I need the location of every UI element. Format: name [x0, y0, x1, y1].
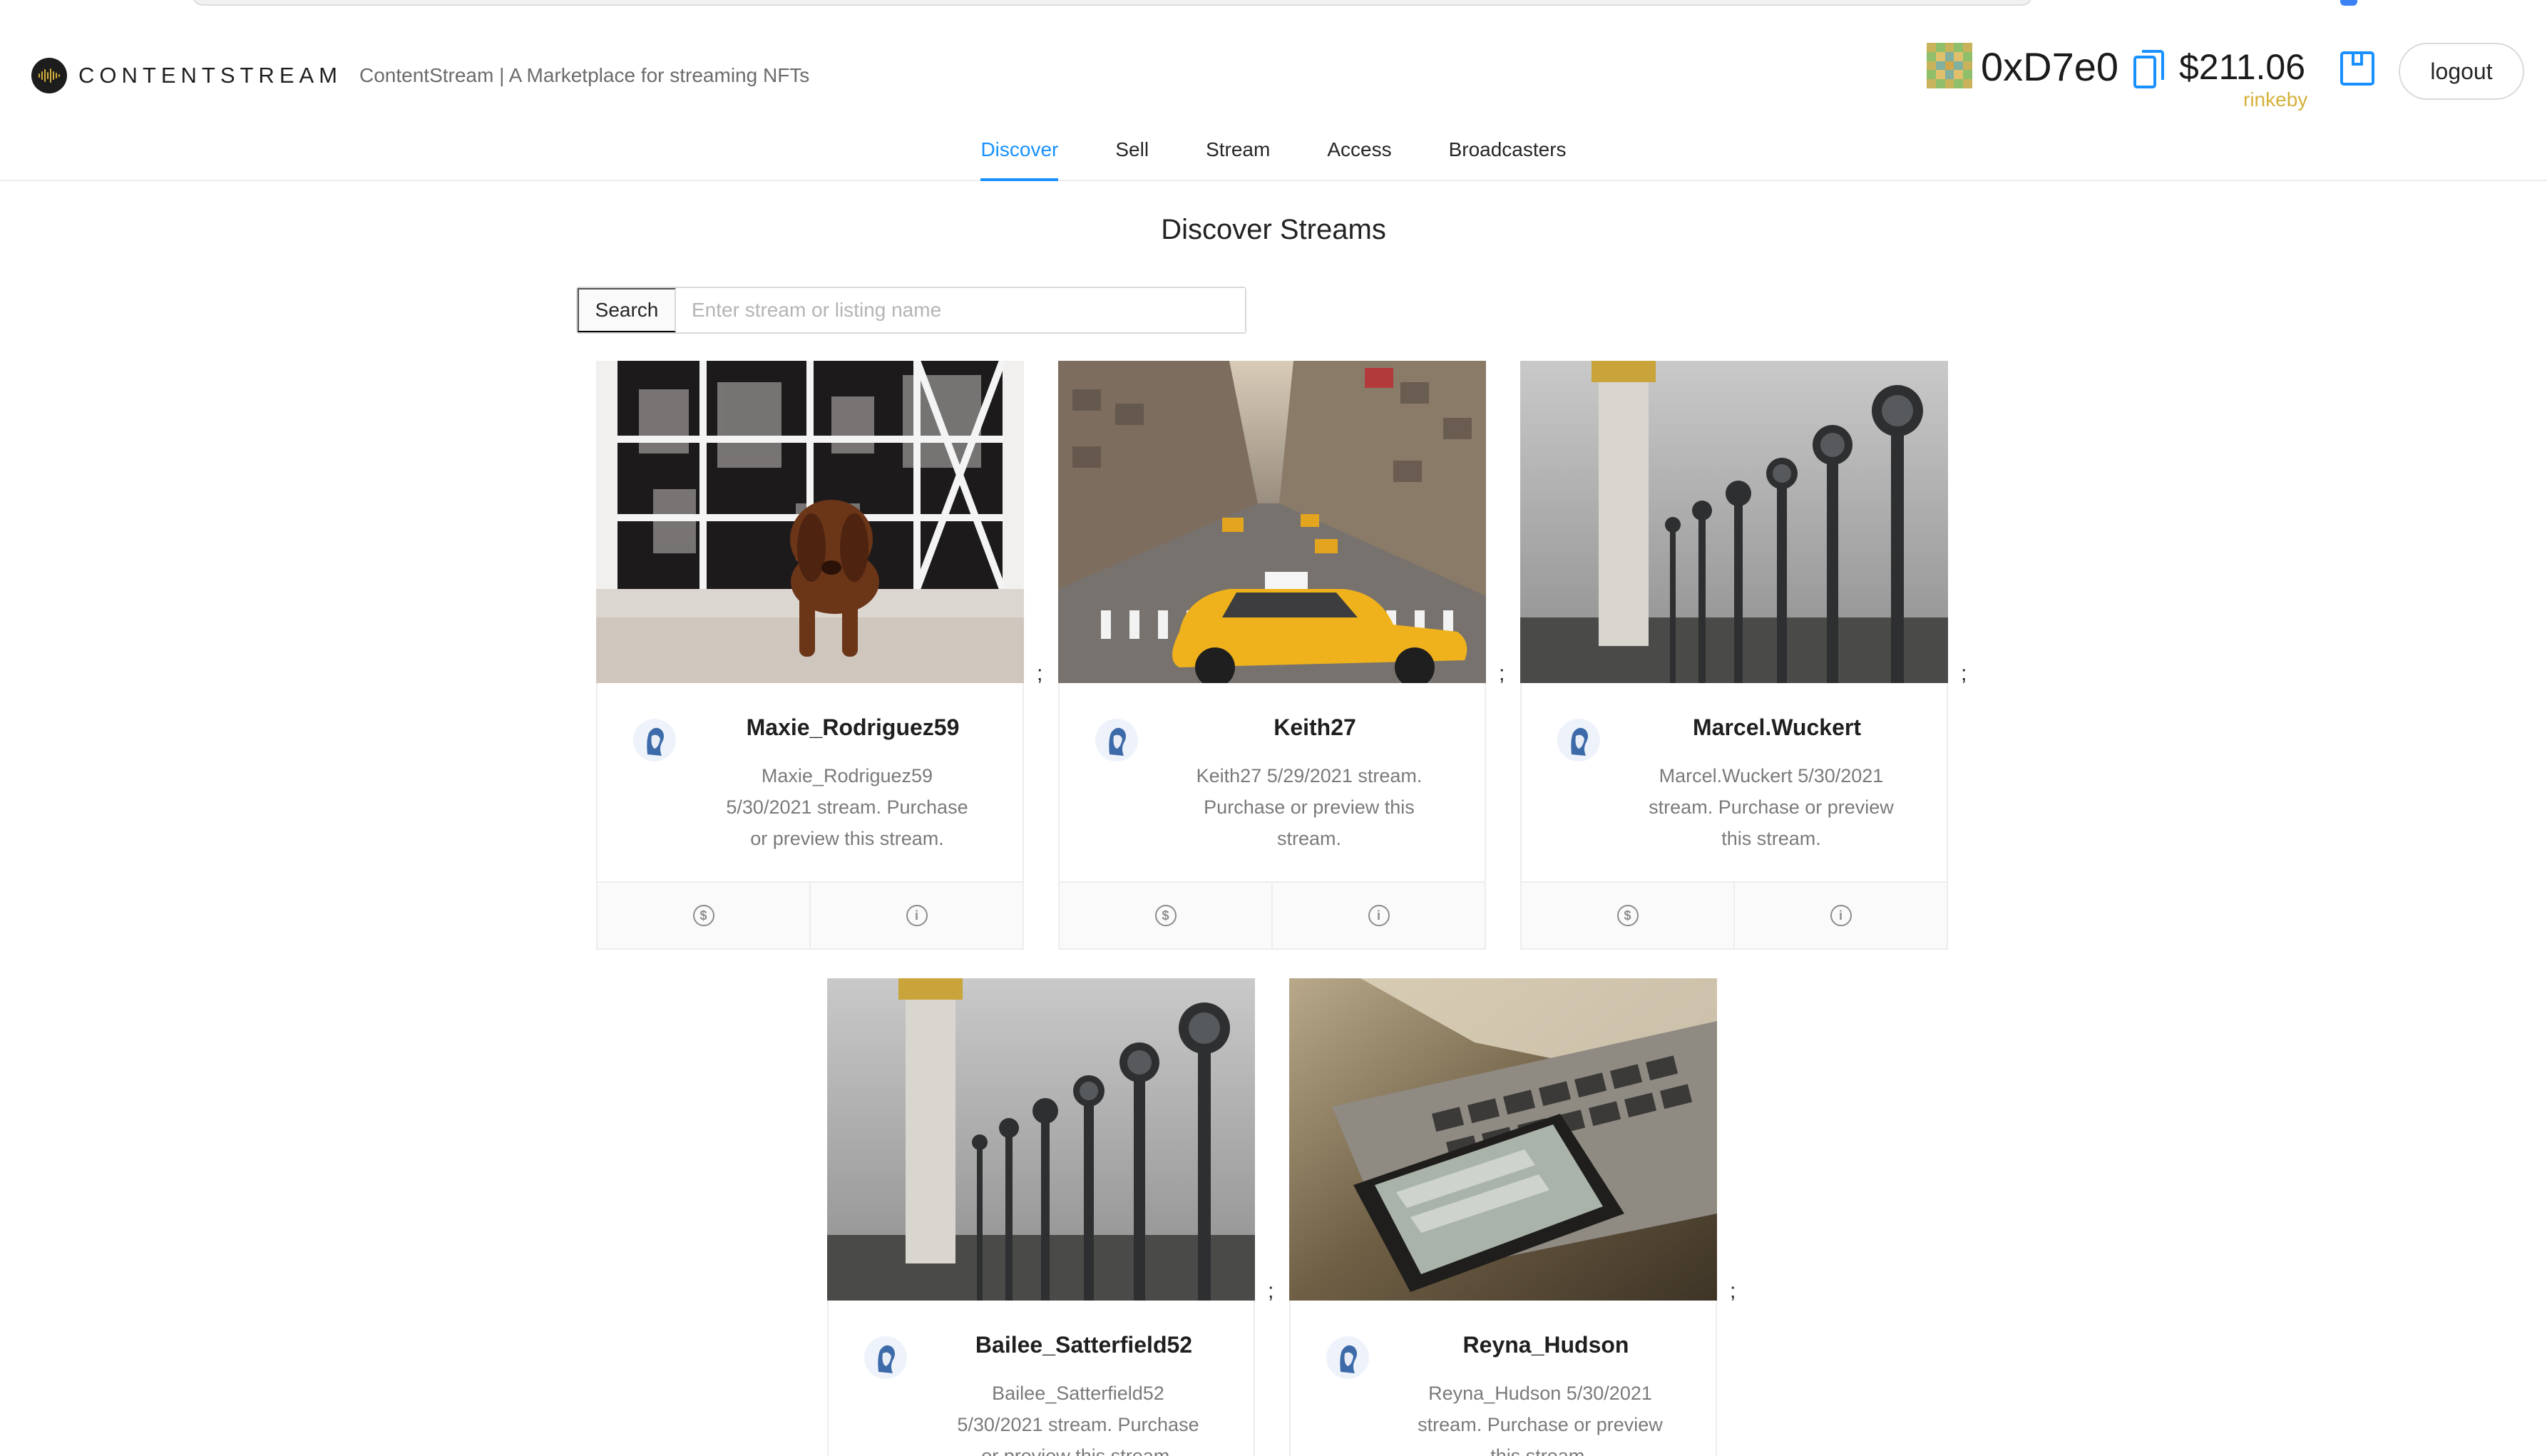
purchase-button[interactable]: $ [598, 883, 809, 948]
tab-broadcasters[interactable]: Broadcasters [1449, 133, 1567, 181]
card-actions: $ i [1060, 881, 1485, 948]
wallet-balance: $211.06 [2179, 47, 2306, 87]
stream-card[interactable]: Maxie_Rodriguez59 Maxie_Rodriguez59 5/30… [596, 361, 1024, 950]
network-label: rinkeby [2243, 88, 2308, 111]
card-description: Marcel.Wuckert 5/30/2021 stream. Purchas… [1649, 765, 1894, 849]
avatar [1326, 1336, 1369, 1379]
card-title: Keith27 [1274, 714, 1356, 740]
copy-icon[interactable] [2132, 48, 2165, 90]
separator: ; [1268, 1279, 1274, 1303]
search-button[interactable]: Search [578, 288, 676, 332]
card-title: Maxie_Rodriguez59 [746, 714, 960, 740]
info-icon: i [1830, 905, 1852, 926]
card-actions: $ i [598, 881, 1023, 948]
page-title: Discover Streams [1161, 214, 1386, 245]
address-bar-edge [193, 0, 2032, 6]
stream-card[interactable]: Bailee_Satterfield52 Bailee_Satterfield5… [827, 978, 1255, 1456]
bridge-lamps-photo [1520, 361, 1948, 683]
main-nav: Discover Sell Stream Access Broadcasters [0, 133, 2547, 181]
soundwave-logo-icon [31, 58, 67, 93]
brand-tagline: ContentStream | A Marketplace for stream… [359, 64, 810, 86]
separator: ; [1730, 1279, 1736, 1303]
info-icon: i [1368, 905, 1390, 926]
purchase-button[interactable]: $ [1522, 883, 1733, 948]
stream-card[interactable]: Reyna_Hudson Reyna_Hudson 5/30/2021 stre… [1289, 978, 1717, 1456]
card-description: Keith27 5/29/2021 stream. Purchase or pr… [1196, 765, 1423, 849]
separator: ; [1499, 662, 1505, 685]
separator: ; [1037, 662, 1043, 685]
phone-laptop-photo [1289, 978, 1717, 1301]
card-description: Reyna_Hudson 5/30/2021 stream. Purchase … [1418, 1383, 1663, 1456]
app-header: CONTENTSTREAM ContentStream | A Marketpl… [0, 11, 2547, 181]
tab-access[interactable]: Access [1327, 133, 1391, 181]
tab-discover[interactable]: Discover [980, 133, 1058, 181]
wallet-icon[interactable] [2339, 50, 2376, 87]
card-description: Maxie_Rodriguez59 5/30/2021 stream. Purc… [726, 765, 968, 849]
tab-stream[interactable]: Stream [1206, 133, 1270, 181]
info-button[interactable]: i [1733, 883, 1947, 948]
city-taxi-photo [1058, 361, 1486, 683]
logout-button[interactable]: logout [2399, 43, 2524, 100]
identicon-icon [1927, 43, 1972, 88]
stream-card[interactable]: Marcel.Wuckert Marcel.Wuckert 5/30/2021 … [1520, 361, 1948, 950]
browser-top-edge [0, 0, 2547, 11]
separator: ; [1961, 662, 1967, 685]
card-body: Keith27 Keith27 5/29/2021 stream. Purcha… [1060, 683, 1485, 888]
info-button[interactable]: i [809, 883, 1023, 948]
extension-icon [2340, 0, 2357, 6]
stream-card[interactable]: Keith27 Keith27 5/29/2021 stream. Purcha… [1058, 361, 1486, 950]
bridge-lamps-photo [827, 978, 1255, 1301]
avatar [633, 719, 676, 762]
avatar [1557, 719, 1600, 762]
dollar-icon: $ [1616, 905, 1639, 926]
search-input[interactable] [676, 288, 1245, 332]
card-body: Reyna_Hudson Reyna_Hudson 5/30/2021 stre… [1291, 1301, 1716, 1456]
card-body: Bailee_Satterfield52 Bailee_Satterfield5… [829, 1301, 1254, 1456]
card-body: Marcel.Wuckert Marcel.Wuckert 5/30/2021 … [1522, 683, 1947, 888]
dog-window-photo [596, 361, 1024, 683]
tab-sell[interactable]: Sell [1115, 133, 1149, 181]
brand[interactable]: CONTENTSTREAM ContentStream | A Marketpl… [31, 47, 809, 104]
card-title: Reyna_Hudson [1462, 1332, 1629, 1358]
dollar-icon: $ [692, 905, 714, 926]
card-description: Bailee_Satterfield52 5/30/2021 stream. P… [957, 1383, 1199, 1456]
card-body: Maxie_Rodriguez59 Maxie_Rodriguez59 5/30… [598, 683, 1023, 888]
card-actions: $ i [1522, 881, 1947, 948]
card-title: Bailee_Satterfield52 [975, 1332, 1193, 1358]
search-bar: Search [576, 287, 1246, 334]
brand-name: CONTENTSTREAM [78, 63, 342, 88]
dollar-icon: $ [1154, 905, 1177, 926]
purchase-button[interactable]: $ [1060, 883, 1271, 948]
avatar [864, 1336, 907, 1379]
wallet-address: 0xD7e0 [1981, 44, 2119, 89]
avatar [1095, 719, 1138, 762]
card-title: Marcel.Wuckert [1693, 714, 1861, 740]
info-icon: i [906, 905, 928, 926]
info-button[interactable]: i [1271, 883, 1485, 948]
